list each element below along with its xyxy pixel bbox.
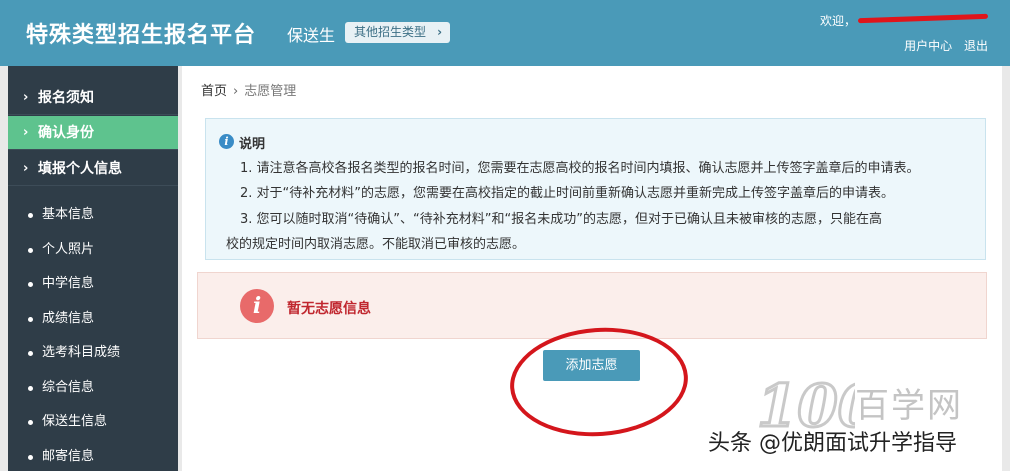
sidebar-subitem-label: 选考科目成绩 — [42, 345, 121, 360]
bullet-icon — [28, 248, 33, 253]
breadcrumb-current: 志愿管理 — [244, 84, 297, 99]
user-center-link[interactable]: 用户中心 — [904, 39, 952, 53]
sidebar-subitem-basic-info[interactable]: 基本信息 — [8, 198, 178, 232]
sidebar-item-personal-info[interactable]: › 填报个人信息 — [8, 152, 178, 186]
instruction-line: 3. 您可以随时取消“待确认”、“待补充材料”和“报名未成功”的志愿，但对于已确… — [240, 212, 882, 227]
logout-link[interactable]: 退出 — [964, 39, 988, 53]
annotation-circle — [506, 321, 692, 443]
breadcrumb: 首页 › 志愿管理 — [201, 80, 296, 99]
user-links: 用户中心 退出 — [896, 37, 988, 54]
sidebar-subitem-label: 成绩信息 — [42, 311, 95, 326]
welcome-text: 欢迎， — [820, 14, 857, 28]
sidebar-subitem-label: 邮寄信息 — [42, 449, 95, 464]
instructions-title: 说明 — [239, 137, 266, 152]
instruction-line: 1. 请注意各高校各报名类型的报名时间，您需要在志愿高校的报名时间内填报、确认志… — [240, 161, 920, 176]
watermark-site: 百学网 — [855, 386, 963, 426]
chevron-right-icon: › — [437, 25, 443, 39]
breadcrumb-home[interactable]: 首页 — [201, 84, 227, 99]
sidebar-item-label: 报名须知 — [38, 90, 94, 106]
bullet-icon — [28, 317, 33, 322]
redacted-username-mark — [857, 13, 989, 24]
chevron-right-icon: › — [23, 125, 29, 140]
sidebar-item-label: 填报个人信息 — [38, 161, 122, 177]
sidebar-subitem-label: 保送生信息 — [42, 414, 108, 429]
bullet-icon — [28, 386, 33, 391]
sidebar-subitem-label: 基本信息 — [42, 207, 95, 222]
sidebar-subitem-label: 中学信息 — [42, 276, 95, 291]
bullet-icon — [28, 351, 33, 356]
sidebar-subitem-elective-grades[interactable]: 选考科目成绩 — [8, 336, 178, 370]
sidebar-subitem-photo[interactable]: 个人照片 — [8, 233, 178, 267]
info-icon: i — [219, 134, 234, 149]
sidebar-item-notice[interactable]: › 报名须知 — [8, 81, 178, 115]
bullet-icon — [28, 282, 33, 287]
info-alert-icon: i — [240, 289, 274, 323]
bullet-icon — [28, 455, 33, 460]
chevron-right-icon: › — [23, 90, 29, 105]
instruction-line: 2. 对于“待补充材料”的志愿，您需要在高校指定的截止时间前重新确认志愿并重新完… — [240, 186, 895, 201]
bullet-icon — [28, 420, 33, 425]
chevron-right-icon: › — [23, 161, 29, 176]
sidebar-subitem-recommendation[interactable]: 保送生信息 — [8, 405, 178, 439]
current-type-label: 保送生 — [287, 26, 336, 45]
sidebar-subitem-label: 综合信息 — [42, 380, 95, 395]
chevron-right-icon: › — [233, 84, 239, 99]
top-header: 特殊类型招生报名平台 保送生 其他招生类型 › 欢迎， 用户中心 退出 — [0, 0, 1010, 66]
other-types-button[interactable]: 其他招生类型 › — [345, 22, 451, 43]
instructions-panel: i 说明 1. 请注意各高校各报名类型的报名时间，您需要在志愿高校的报名时间内填… — [205, 118, 986, 260]
sidebar-subitem-comprehensive[interactable]: 综合信息 — [8, 371, 178, 405]
sidebar: › 报名须知 › 确认身份 › 填报个人信息 基本信息 个人照片 中学信息 成绩… — [8, 66, 178, 471]
sidebar-subitem-grades[interactable]: 成绩信息 — [8, 302, 178, 336]
platform-title: 特殊类型招生报名平台 — [26, 23, 257, 48]
sidebar-subitem-school-info[interactable]: 中学信息 — [8, 267, 178, 301]
sidebar-subitem-label: 个人照片 — [42, 242, 95, 257]
empty-state-message: 暂无志愿信息 — [287, 301, 371, 317]
sidebar-subitem-mailing[interactable]: 邮寄信息 — [8, 440, 178, 471]
bullet-icon — [28, 213, 33, 218]
other-types-label: 其他招生类型 — [354, 25, 427, 39]
instruction-line: 校的规定时间内取消志愿。不能取消已审核的志愿。 — [226, 237, 526, 252]
sidebar-item-label: 确认身份 — [38, 125, 94, 141]
watermark-credit: 头条 @优朗面试升学指导 — [708, 431, 957, 456]
sidebar-item-confirm-identity[interactable]: › 确认身份 — [8, 116, 178, 150]
